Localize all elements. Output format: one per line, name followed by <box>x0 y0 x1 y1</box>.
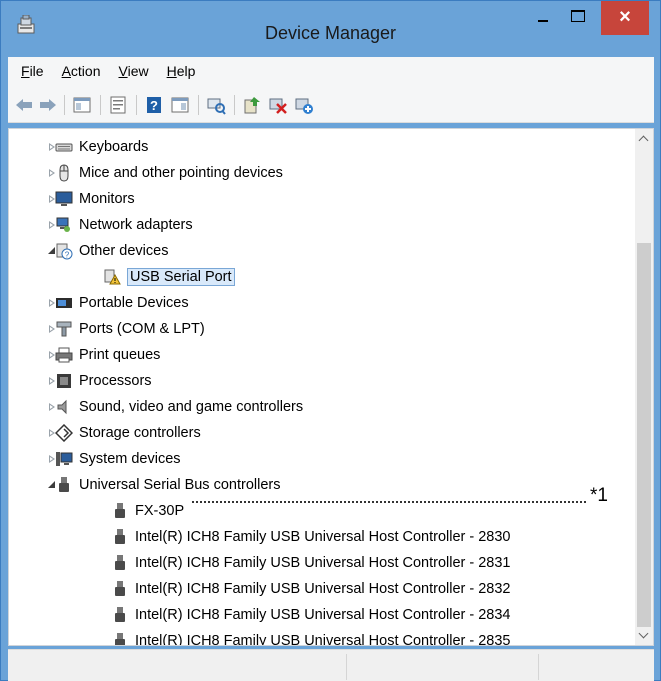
expand-arrow-icon[interactable] <box>47 376 57 386</box>
tree-node-mice[interactable]: Mice and other pointing devices <box>49 160 283 186</box>
expand-arrow-icon[interactable] <box>47 454 57 464</box>
monitor-icon <box>55 191 73 206</box>
usb-icon <box>115 503 125 518</box>
scroll-down-icon[interactable] <box>635 627 653 645</box>
tree-node-processors[interactable]: Processors <box>49 368 152 394</box>
tree-node-storage-controllers[interactable]: Storage controllers <box>49 420 201 446</box>
status-pane <box>538 654 654 680</box>
tree-node-ports[interactable]: Ports (COM & LPT) <box>49 316 205 342</box>
status-bar <box>8 649 654 681</box>
tree-node-network-adapters[interactable]: Network adapters <box>49 212 193 238</box>
tree-node-fx-30p[interactable]: FX-30P <box>111 498 184 524</box>
usb-icon <box>115 607 125 622</box>
expand-arrow-icon[interactable] <box>47 220 57 230</box>
toolbar-separator <box>234 95 235 115</box>
printer-icon <box>55 347 73 363</box>
device-tree[interactable]: Keyboards Mice and other pointing device… <box>8 128 654 646</box>
network-adapter-icon <box>56 217 70 232</box>
close-icon: × <box>619 6 631 28</box>
toolbar-separator <box>100 95 101 115</box>
storage-controller-icon <box>55 424 73 442</box>
add-legacy-hardware-icon[interactable] <box>294 95 314 115</box>
expand-arrow-icon[interactable] <box>47 402 57 412</box>
back-arrow-icon[interactable] <box>14 95 34 115</box>
tree-node-print-queues[interactable]: Print queues <box>49 342 160 368</box>
menu-view[interactable]: View <box>110 63 158 79</box>
usb-icon <box>59 477 69 492</box>
scroll-up-icon[interactable] <box>635 129 653 147</box>
expand-arrow-icon[interactable] <box>47 168 57 178</box>
collapse-arrow-icon[interactable] <box>47 246 57 256</box>
speaker-icon <box>57 399 67 415</box>
tree-node-system-devices[interactable]: System devices <box>49 446 181 472</box>
menu-help[interactable]: Help <box>158 63 205 79</box>
processor-icon <box>57 374 71 388</box>
show-hide-console-tree-icon[interactable] <box>72 95 92 115</box>
other-devices-icon: ? <box>56 243 73 260</box>
device-manager-window: Device Manager × File Action View Help ?… <box>0 0 661 681</box>
expand-arrow-icon[interactable] <box>47 194 57 204</box>
tree-node-usb-host-controller[interactable]: Intel(R) ICH8 Family USB Universal Host … <box>111 550 511 576</box>
annotation-callout: *1 <box>192 485 618 511</box>
toolbar-separator <box>198 95 199 115</box>
tree-node-usb-host-controller[interactable]: Intel(R) ICH8 Family USB Universal Host … <box>111 628 511 645</box>
tree-node-sound-video-game[interactable]: Sound, video and game controllers <box>49 394 303 420</box>
warning-device-icon <box>104 269 121 285</box>
window-title: Device Manager <box>264 23 397 43</box>
expand-arrow-icon[interactable] <box>47 324 57 334</box>
properties-icon[interactable] <box>108 95 128 115</box>
usb-icon <box>115 581 125 596</box>
collapse-arrow-icon[interactable] <box>47 480 57 490</box>
mouse-icon <box>59 164 69 182</box>
usb-icon <box>115 555 125 570</box>
menu-file[interactable]: File <box>12 63 53 79</box>
annotation-mark: *1 <box>590 485 608 506</box>
scan-hardware-changes-icon[interactable] <box>206 95 226 115</box>
toolbar-separator <box>64 95 65 115</box>
maximize-button[interactable] <box>563 1 591 33</box>
keyboard-icon <box>55 143 73 152</box>
close-button[interactable]: × <box>601 1 649 35</box>
port-icon <box>56 321 72 337</box>
expand-arrow-icon[interactable] <box>47 428 57 438</box>
tree-node-usb-host-controller[interactable]: Intel(R) ICH8 Family USB Universal Host … <box>111 602 511 628</box>
action-pane-icon[interactable] <box>170 95 190 115</box>
tree-node-other-devices[interactable]: ? Other devices <box>48 238 168 264</box>
tree-node-usb-host-controller[interactable]: Intel(R) ICH8 Family USB Universal Host … <box>111 576 511 602</box>
toolbar: ? <box>8 85 654 123</box>
tree-node-usb-serial-port[interactable]: USB Serial Port <box>103 264 235 290</box>
tree-node-keyboards[interactable]: Keyboards <box>49 134 148 160</box>
system-device-icon <box>56 452 73 466</box>
expand-arrow-icon[interactable] <box>47 142 57 152</box>
toolbar-separator <box>136 95 137 115</box>
svg-text:?: ? <box>65 251 70 260</box>
expand-arrow-icon[interactable] <box>47 298 57 308</box>
usb-icon <box>115 633 125 645</box>
expand-arrow-icon[interactable] <box>47 350 57 360</box>
title-bar[interactable]: Device Manager × <box>1 1 660 49</box>
tree-node-portable-devices[interactable]: Portable Devices <box>49 290 189 316</box>
vertical-scrollbar[interactable] <box>635 129 653 645</box>
portable-device-icon <box>56 298 72 308</box>
annotation-leader-line <box>192 501 586 503</box>
menu-bar: File Action View Help <box>8 57 654 85</box>
scrollbar-thumb[interactable] <box>637 243 651 627</box>
svg-text:?: ? <box>150 98 158 113</box>
status-pane <box>346 654 538 680</box>
usb-icon <box>115 529 125 544</box>
update-driver-icon[interactable] <box>242 95 262 115</box>
help-icon[interactable]: ? <box>144 95 164 115</box>
tree-node-monitors[interactable]: Monitors <box>49 186 135 212</box>
tree-node-usb-host-controller[interactable]: Intel(R) ICH8 Family USB Universal Host … <box>111 524 511 550</box>
minimize-button[interactable] <box>529 1 557 33</box>
forward-arrow-icon[interactable] <box>38 95 58 115</box>
uninstall-device-icon[interactable] <box>268 95 288 115</box>
menu-action[interactable]: Action <box>53 63 110 79</box>
